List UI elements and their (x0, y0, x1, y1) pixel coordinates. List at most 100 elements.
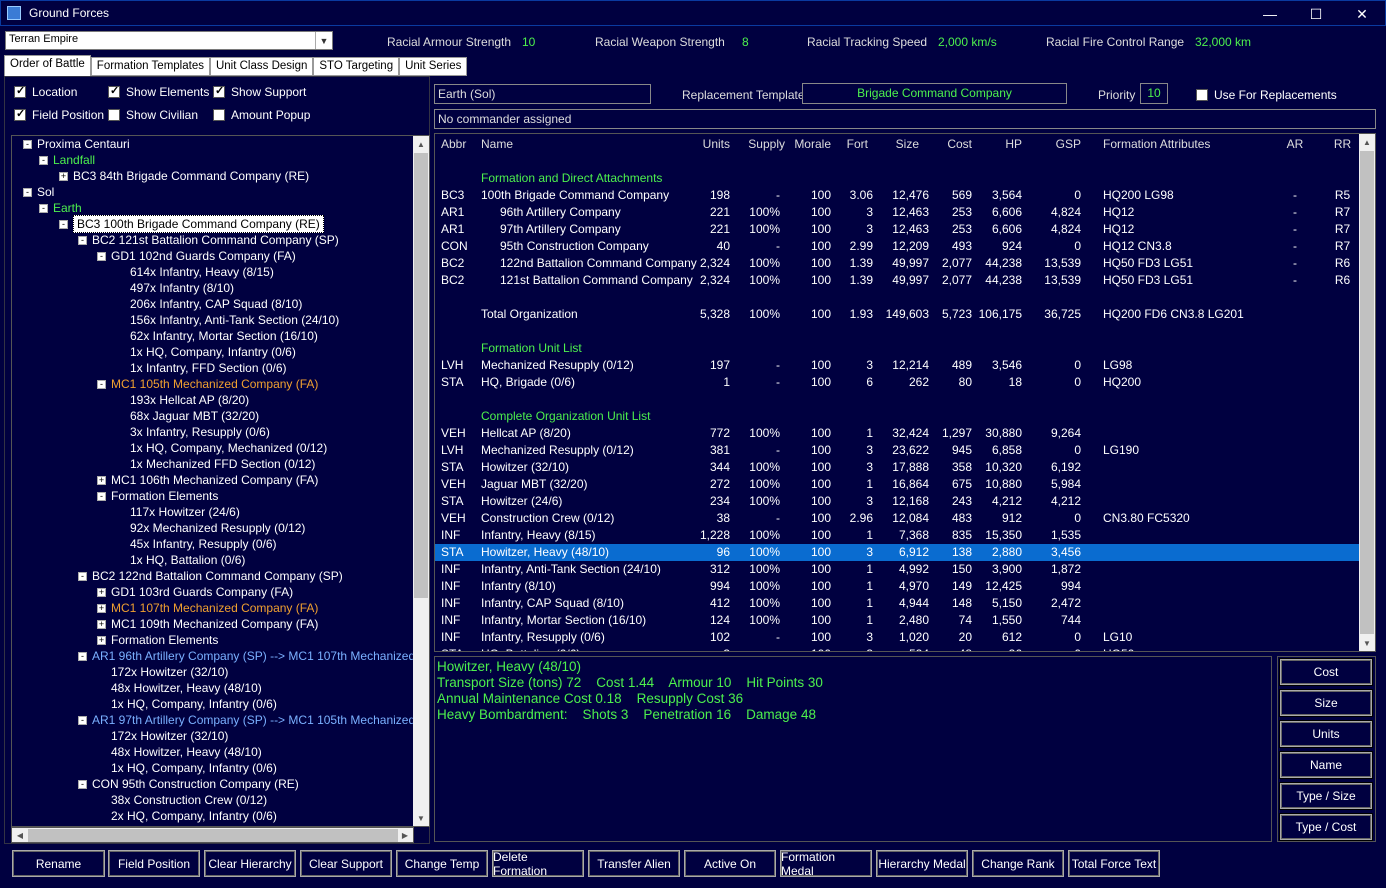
scrollbar-thumb[interactable] (28, 829, 398, 842)
table-row[interactable]: INF Infantry, CAP Squad (8/10) 412 100% 100 1… (435, 595, 1360, 612)
transfer-alien-button[interactable]: Transfer Alien (588, 850, 680, 877)
tree-node[interactable]: 45x Infantry, Resupply (0/6) (130, 536, 277, 552)
tree-node[interactable]: 172x Howitzer (32/10) (111, 664, 228, 680)
scroll-up-icon[interactable]: ▲ (413, 136, 429, 152)
scroll-down-icon[interactable]: ▼ (413, 810, 429, 826)
empire-select[interactable]: Terran Empire ▼ (5, 31, 333, 50)
expand-icon[interactable]: + (97, 603, 106, 613)
table-row[interactable]: STA HQ, Brigade (0/6) 1 - 100 6 262 80 18 0 HQ200 (435, 374, 1360, 391)
scrollbar-thumb[interactable] (414, 153, 428, 598)
tab-unit-series[interactable]: Unit Series (399, 57, 468, 76)
field-position-checkbox[interactable]: Field Position (14, 107, 104, 122)
tree-node[interactable]: - BC2 121st Battalion Command Company (SP… (78, 232, 339, 248)
table-row[interactable]: INF Infantry (8/10) 994 100% 100 1 4,970 149 12,… (435, 578, 1360, 595)
table-row[interactable]: AR1 97th Artillery Company 221 100% 100 3 12,4… (435, 221, 1360, 238)
collapse-icon[interactable]: - (78, 651, 87, 661)
sort-cost-button[interactable]: Cost (1279, 658, 1373, 686)
column-header[interactable]: Units (685, 136, 730, 153)
use-for-replacements-checkbox[interactable]: Use For Replacements (1196, 88, 1337, 102)
tree-node[interactable]: + GD1 103rd Guards Company (FA) (97, 584, 293, 600)
delete-formation-button[interactable]: Delete Formation (492, 850, 584, 878)
table-row[interactable]: AR1 96th Artillery Company 221 100% 100 3 12,4… (435, 204, 1360, 221)
tree-node[interactable]: 62x Infantry, Mortar Section (16/10) (130, 328, 318, 344)
tab-unit-class-design[interactable]: Unit Class Design (209, 57, 314, 76)
collapse-icon[interactable]: - (39, 155, 48, 165)
table-row[interactable]: BC3 100th Brigade Command Company 198 - 100 3… (435, 187, 1360, 204)
column-header[interactable]: Size (879, 136, 919, 153)
tree-node[interactable]: 614x Infantry, Heavy (8/15) (130, 264, 274, 280)
rename-button[interactable]: Rename (12, 850, 105, 877)
table-row[interactable]: VEH Hellcat AP (8/20) 772 100% 100 1 32,424 1,2… (435, 425, 1360, 442)
collapse-icon[interactable]: - (23, 139, 32, 149)
tab-formation-templates[interactable]: Formation Templates (90, 57, 210, 76)
collapse-icon[interactable]: - (78, 571, 87, 581)
tree-node[interactable]: 497x Infantry (8/10) (130, 280, 234, 296)
table-vertical-scrollbar[interactable]: ▲ ▼ (1359, 134, 1375, 651)
show-civilian-checkbox[interactable]: Show Civilian (108, 108, 198, 122)
tree-node[interactable]: 1x HQ, Company, Infantry (0/6) (130, 344, 296, 360)
total-force-text-button[interactable]: Total Force Text (1068, 850, 1160, 877)
tree-node[interactable]: 1x HQ, Company, Infantry (0/6) (111, 696, 277, 712)
tree-node[interactable]: 156x Infantry, Anti-Tank Section (24/10) (130, 312, 339, 328)
sort-units-button[interactable]: Units (1279, 720, 1373, 748)
tree-node[interactable]: - BC3 100th Brigade Command Company (RE) (59, 215, 324, 233)
tree-node[interactable]: + MC1 107th Mechanized Company (FA) (97, 600, 318, 616)
table-row[interactable]: CON 95th Construction Company 40 - 100 2.99 12… (435, 238, 1360, 255)
sort-size-button[interactable]: Size (1279, 689, 1373, 717)
sort-type-size-button[interactable]: Type / Size (1279, 782, 1373, 810)
expand-icon[interactable]: + (97, 635, 106, 645)
scroll-up-icon[interactable]: ▲ (1359, 134, 1375, 150)
table-row[interactable]: INF Infantry, Resupply (0/6) 102 - 100 3 1,020… (435, 629, 1360, 646)
tree-node[interactable]: - CON 95th Construction Company (RE) (78, 776, 299, 792)
table-row[interactable]: VEH Jaguar MBT (32/20) 272 100% 100 1 16,864 67… (435, 476, 1360, 493)
column-header[interactable]: HP (975, 136, 1022, 153)
tree-node[interactable]: 2x HQ, Company, Infantry (0/6) (111, 808, 277, 824)
tree-node[interactable]: 1x HQ, Battalion (0/6) (130, 552, 245, 568)
scroll-left-icon[interactable]: ◀ (12, 828, 28, 842)
tree-node[interactable]: - BC2 122nd Battalion Command Company (SP… (78, 568, 343, 584)
tree-node[interactable]: - Sol (23, 184, 54, 200)
tree-node[interactable]: 1x HQ, Company, Mechanized (0/12) (130, 440, 327, 456)
chevron-down-icon[interactable]: ▼ (315, 32, 332, 49)
formation-details-table[interactable]: Abbr Name Units Supply Morale Fort Size Cost HP G… (434, 133, 1376, 652)
tree-node[interactable]: - MC1 105th Mechanized Company (FA) (97, 376, 318, 392)
table-row[interactable]: BC2 122nd Battalion Command Company 2,324 1… (435, 255, 1360, 272)
tree-node[interactable]: 1x Infantry, FFD Section (0/6) (130, 360, 287, 376)
tree-node[interactable]: - Landfall (39, 152, 95, 168)
scroll-down-icon[interactable]: ▼ (1359, 635, 1375, 651)
column-header[interactable]: AR (1285, 136, 1305, 153)
collapse-icon[interactable]: - (59, 219, 68, 229)
tree-node[interactable]: 92x Mechanized Resupply (0/12) (130, 520, 305, 536)
tree-node[interactable]: 193x Hellcat AP (8/20) (130, 392, 249, 408)
tree-node[interactable]: 38x Construction Crew (0/12) (111, 792, 267, 808)
column-header[interactable]: Morale (791, 136, 831, 153)
expand-icon[interactable]: + (97, 475, 106, 485)
scroll-right-icon[interactable]: ▶ (397, 828, 413, 842)
table-row[interactable]: INF Infantry, Heavy (8/15) 1,228 100% 100 1 7,… (435, 527, 1360, 544)
tab-sto-targeting[interactable]: STO Targeting (313, 57, 400, 76)
field-position-button[interactable]: Field Position (108, 850, 200, 877)
replacement-template-field[interactable]: Brigade Command Company (802, 83, 1067, 104)
change-temp-button[interactable]: Change Temp (396, 850, 488, 877)
tree-node[interactable]: 117x Howitzer (24/6) (130, 504, 240, 520)
tree-node[interactable]: + BC3 84th Brigade Command Company (RE) (59, 168, 309, 184)
column-header[interactable]: GSP (1031, 136, 1081, 153)
tree-node[interactable]: 48x Howitzer, Heavy (48/10) (111, 680, 262, 696)
table-row[interactable]: Total Organization 5,328 100% 100 1.93 149,60… (435, 306, 1360, 323)
location-checkbox[interactable]: Location (14, 84, 77, 99)
active-on-button[interactable]: Active On (684, 850, 776, 877)
table-row[interactable]: INF Infantry, Anti-Tank Section (24/10) 31… (435, 561, 1360, 578)
collapse-icon[interactable]: - (78, 779, 87, 789)
amount-popup-checkbox[interactable]: Amount Popup (213, 108, 310, 122)
tree-node[interactable]: - AR1 96th Artillery Company (SP) --> MC1… (78, 648, 416, 664)
collapse-icon[interactable]: - (97, 251, 106, 261)
expand-icon[interactable]: + (97, 619, 106, 629)
sort-name-button[interactable]: Name (1279, 751, 1373, 779)
close-button[interactable]: ✕ (1339, 1, 1385, 27)
tree-node[interactable]: + MC1 109th Mechanized Company (FA) (97, 616, 318, 632)
column-header[interactable]: RR (1330, 136, 1355, 153)
table-row[interactable]: INF Infantry, Mortar Section (16/10) 124 10… (435, 612, 1360, 629)
column-header[interactable]: Supply (740, 136, 785, 153)
tree-node[interactable]: + Formation Elements (97, 632, 218, 648)
collapse-icon[interactable]: - (97, 491, 106, 501)
